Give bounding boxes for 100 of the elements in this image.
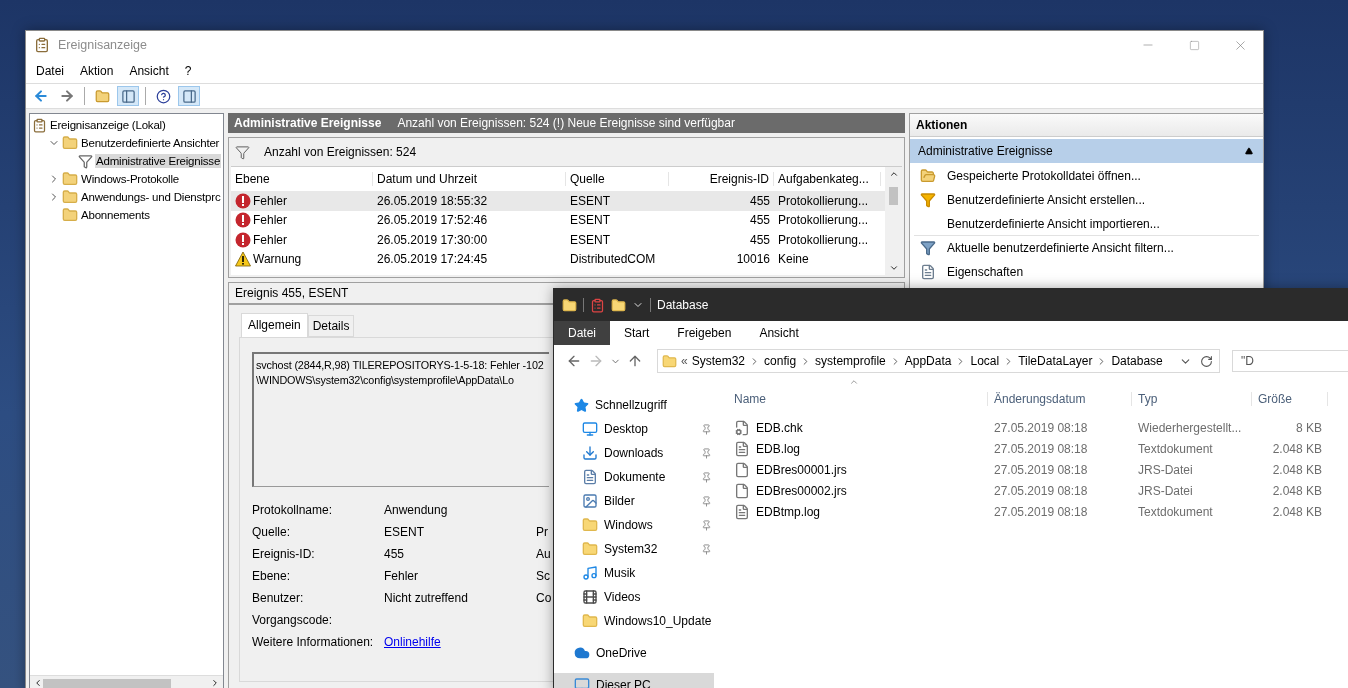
tree-item[interactable]: Administrative Ereignisse bbox=[95, 154, 222, 168]
tree-item[interactable]: Anwendungs- und Dienstprc bbox=[80, 190, 222, 204]
folder-icon bbox=[62, 189, 78, 205]
scroll-right-icon[interactable] bbox=[210, 678, 220, 688]
address-bar[interactable]: « System32 config systemprofile AppData Local TileDataLayer Database bbox=[657, 349, 1220, 373]
window-title: Database bbox=[657, 298, 709, 312]
event-row[interactable]: Warnung 26.05.2019 17:24:45 DistributedCOM 10016 Keine bbox=[231, 249, 885, 269]
scroll-down-icon[interactable] bbox=[888, 263, 899, 273]
window-title: Ereignisanzeige bbox=[58, 38, 147, 52]
show-tree-button[interactable] bbox=[117, 86, 139, 106]
tab[interactable]: Details bbox=[307, 315, 355, 337]
file-date: 27.05.2019 08:18 bbox=[993, 441, 1089, 456]
file-name: EDBres00001.jrs bbox=[756, 462, 847, 477]
file-row[interactable]: EDBres00002.jrs 27.05.2019 08:18 JRS-Datei 2.048 KB bbox=[714, 480, 1348, 501]
file-row[interactable]: EDB.chk 27.05.2019 08:18 Wiederhergestellt... 8 KB bbox=[714, 417, 1348, 438]
ribbon-tab[interactable]: Freigeben bbox=[663, 321, 746, 345]
column-header[interactable]: Typ bbox=[1132, 392, 1252, 406]
scrollbar[interactable] bbox=[30, 675, 223, 688]
action-link[interactable]: Eigenschaften bbox=[947, 264, 1024, 279]
file-row[interactable]: EDBres00001.jrs 27.05.2019 08:18 JRS-Datei 2.048 KB bbox=[714, 459, 1348, 480]
ribbon-tab[interactable]: Ansicht bbox=[745, 321, 813, 345]
file-type: Wiederhergestellt... bbox=[1137, 420, 1243, 435]
column-header[interactable]: Änderungsdatum bbox=[988, 392, 1132, 406]
breadcrumb-item[interactable]: System32 bbox=[691, 354, 746, 368]
column-header[interactable]: Ereignis-ID bbox=[669, 172, 774, 186]
nav-item[interactable]: OneDrive bbox=[554, 641, 714, 665]
nav-item[interactable]: Downloads bbox=[554, 441, 714, 465]
column-header[interactable]: Größe bbox=[1252, 392, 1328, 406]
menu-item[interactable]: Ansicht bbox=[121, 64, 177, 78]
action-link[interactable]: Benutzerdefinierte Ansicht importieren... bbox=[947, 216, 1160, 231]
scroll-thumb[interactable] bbox=[889, 187, 898, 205]
nav-item[interactable]: Dokumente bbox=[554, 465, 714, 489]
music-icon bbox=[582, 565, 598, 581]
breadcrumb-item[interactable]: config bbox=[764, 354, 797, 368]
field-label: Ereignis-ID: bbox=[252, 547, 316, 561]
table-cell-text: 455 bbox=[748, 232, 771, 247]
nav-item[interactable]: System32 bbox=[554, 537, 714, 561]
nav-item[interactable]: Desktop bbox=[554, 417, 714, 441]
nav-item[interactable]: Schnellzugriff bbox=[554, 393, 714, 417]
document-icon bbox=[582, 469, 598, 485]
maximize-icon bbox=[1188, 39, 1200, 51]
download-icon bbox=[582, 445, 598, 461]
action-link[interactable]: Aktuelle benutzerdefinierte Ansicht filtern... bbox=[947, 240, 1174, 255]
ribbon-tab[interactable]: Start bbox=[610, 321, 664, 345]
help-link[interactable]: Onlinehilfe bbox=[384, 635, 441, 649]
table-cell: Fehler bbox=[253, 213, 287, 228]
breadcrumb-item[interactable]: systemprofile bbox=[815, 354, 886, 368]
breadcrumb-item[interactable]: AppData bbox=[904, 354, 952, 368]
tree-item[interactable]: Abonnements bbox=[80, 208, 151, 222]
field-label: Sc bbox=[536, 569, 551, 583]
tree-item[interactable]: Ereignisanzeige (Lokal) bbox=[49, 118, 167, 132]
file-row[interactable]: EDBtmp.log 27.05.2019 08:18 Textdokument 2.048 KB bbox=[714, 501, 1348, 522]
table-cell: Fehler bbox=[253, 193, 287, 208]
event-row[interactable]: Fehler 26.05.2019 17:52:46 ESENT 455 Protokollierung... bbox=[231, 210, 885, 230]
search-field[interactable]: "D bbox=[1232, 350, 1348, 372]
field-label: Protokollname: bbox=[252, 503, 334, 517]
file-date: 27.05.2019 08:18 bbox=[993, 504, 1089, 519]
breadcrumb-item[interactable]: Database bbox=[1111, 354, 1163, 368]
file-row[interactable]: EDB.log 27.05.2019 08:18 Textdokument 2.048 KB bbox=[714, 438, 1348, 459]
column-header[interactable]: Name bbox=[728, 392, 988, 406]
breadcrumb-item[interactable]: TileDataLayer bbox=[1018, 354, 1093, 368]
event-row[interactable]: Fehler 26.05.2019 18:55:32 ESENT 455 Protokollierung... bbox=[231, 191, 885, 211]
action-link[interactable]: Gespeicherte Protokolldatei öffnen... bbox=[947, 168, 1141, 183]
column-header[interactable]: Quelle bbox=[566, 172, 669, 186]
breadcrumb-item[interactable]: Local bbox=[970, 354, 1000, 368]
field-label: Au bbox=[536, 547, 552, 561]
column-header[interactable]: Datum und Uhrzeit bbox=[373, 172, 566, 186]
menu-item[interactable]: Aktion bbox=[72, 64, 122, 78]
desktop-icon bbox=[582, 421, 598, 437]
section-header[interactable]: Administrative Ereignisse bbox=[910, 139, 1263, 163]
menu-item[interactable]: ? bbox=[176, 64, 200, 78]
table-cell-text: Protokollierung... bbox=[777, 232, 870, 247]
table-cell: Fehler bbox=[253, 232, 287, 247]
new-folder-icon[interactable] bbox=[611, 297, 626, 313]
tree-item[interactable]: Benutzerdefinierte Ansichter bbox=[80, 136, 221, 150]
nav-item[interactable]: Windows bbox=[554, 513, 714, 537]
message-box[interactable]: svchost (2844,R,98) TILEREPOSITORYS-1-5-18: Fehler -102 \WINDOWS\system32\config\systemprofile\AppData\Lo bbox=[252, 352, 549, 487]
back-button[interactable] bbox=[566, 353, 582, 369]
nav-item[interactable]: Musik bbox=[554, 561, 714, 585]
column-header[interactable]: Aufgabenkateg... bbox=[774, 172, 881, 186]
field-value: Nicht zutreffend bbox=[384, 591, 469, 605]
filter-icon bbox=[920, 191, 936, 208]
tree-item[interactable]: Windows-Protokolle bbox=[80, 172, 181, 186]
message-line: svchost (2844,R,98) TILEREPOSITORYS-1-5-18: Fehler -102 bbox=[256, 358, 544, 373]
show-actions-button[interactable] bbox=[178, 86, 200, 106]
scroll-up-icon[interactable] bbox=[888, 169, 899, 179]
event-row[interactable]: Fehler 26.05.2019 17:30:00 ESENT 455 Protokollierung... bbox=[231, 230, 885, 250]
scroll-left-icon[interactable] bbox=[33, 678, 43, 688]
overflow-marker[interactable]: « bbox=[681, 354, 688, 368]
action-link[interactable]: Benutzerdefinierte Ansicht erstellen... bbox=[947, 192, 1146, 207]
column-header[interactable]: Ebene bbox=[231, 172, 373, 186]
nav-item[interactable]: Videos bbox=[554, 585, 714, 609]
scrollbar[interactable] bbox=[885, 167, 902, 275]
file-icon bbox=[734, 482, 750, 499]
tab[interactable]: Allgemein bbox=[241, 313, 308, 337]
nav-item[interactable]: Windows10_Update bbox=[554, 609, 714, 633]
menu-item[interactable]: Datei bbox=[28, 64, 72, 78]
refresh-icon[interactable] bbox=[1200, 354, 1213, 368]
nav-item[interactable]: Bilder bbox=[554, 489, 714, 513]
up-button[interactable] bbox=[627, 353, 643, 369]
